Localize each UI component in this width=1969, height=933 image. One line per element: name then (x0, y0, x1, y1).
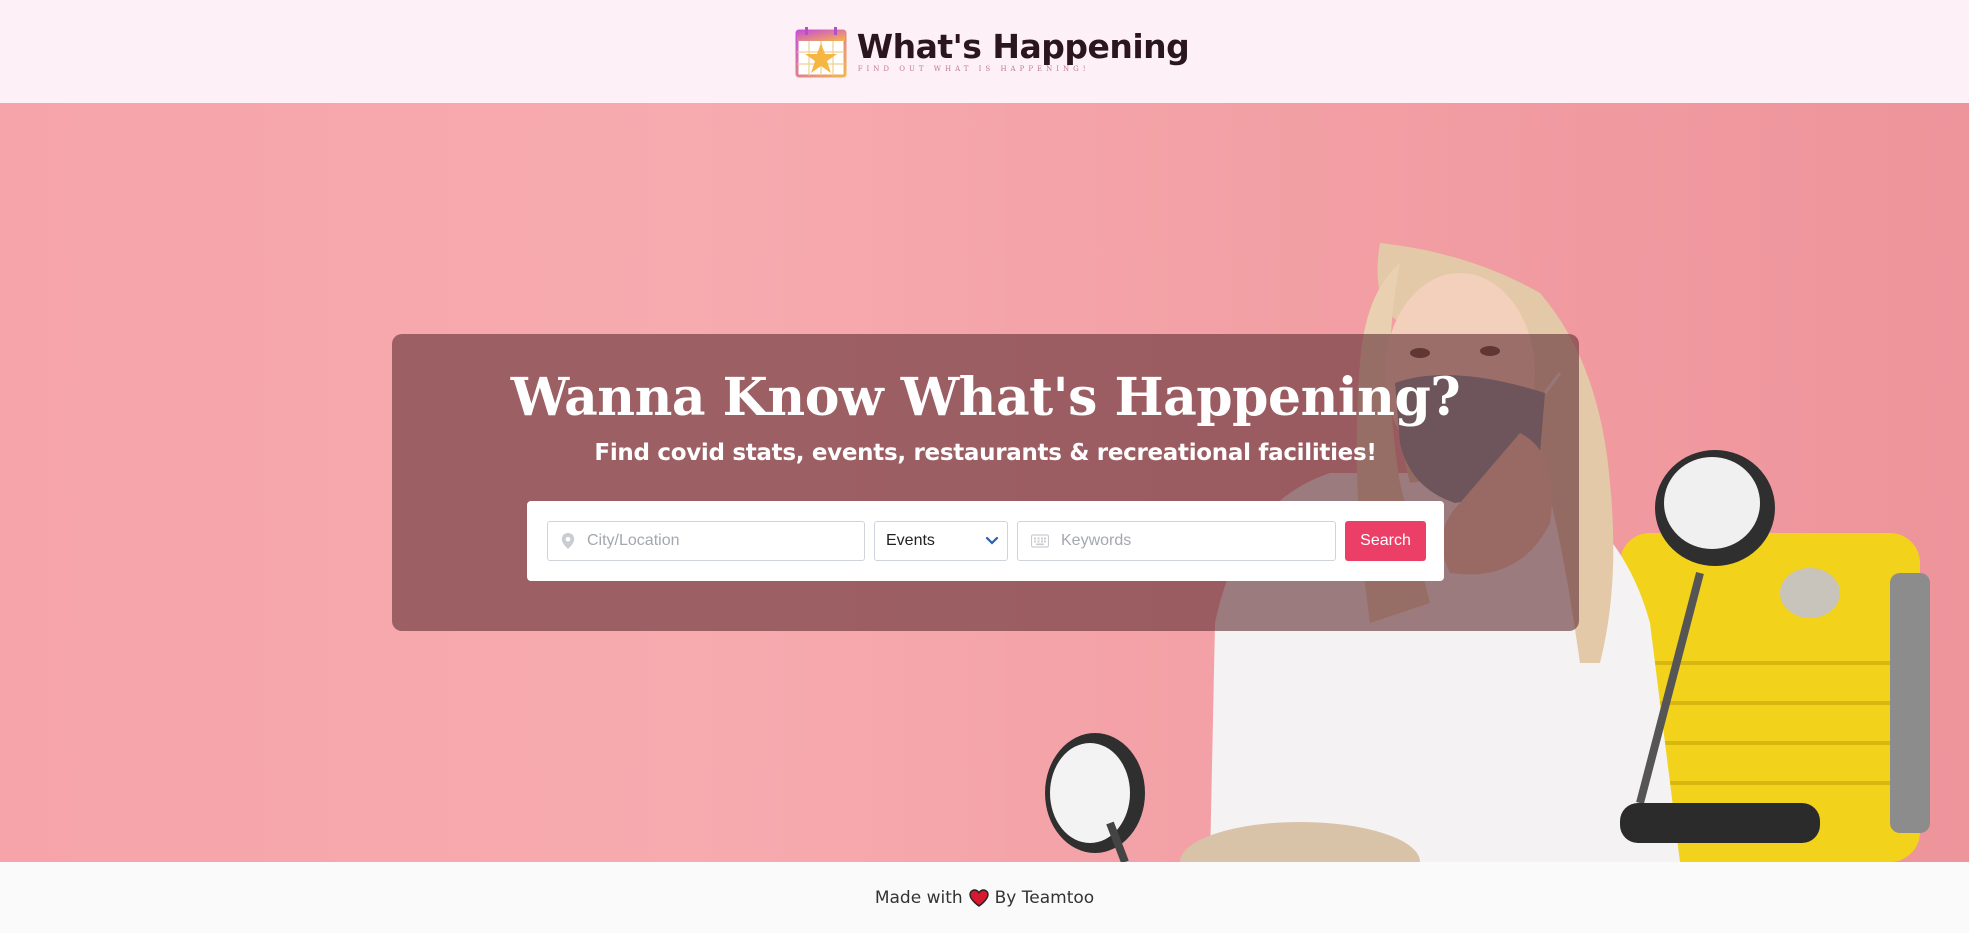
hero-subtitle: Find covid stats, events, restaurants & … (594, 440, 1377, 466)
category-selected-value: Events (886, 532, 935, 549)
keywords-field[interactable] (1017, 521, 1336, 561)
hero-section: Wanna Know What's Happening? Find covid … (0, 103, 1969, 862)
calendar-star-icon (795, 26, 847, 77)
category-select[interactable]: Events (874, 521, 1008, 561)
chevron-down-icon (985, 536, 999, 545)
site-footer: Made with By Teamtoo (0, 862, 1969, 933)
logo[interactable]: What's Happening FIND OUT WHAT IS HAPPEN… (795, 26, 1190, 78)
hero-overlay-panel: Wanna Know What's Happening? Find covid … (392, 334, 1579, 631)
footer-suffix: By Teamtoo (994, 887, 1095, 908)
location-input[interactable] (587, 532, 847, 550)
hero-title: Wanna Know What's Happening? (510, 367, 1461, 428)
search-form: Events Search (527, 501, 1444, 581)
search-button[interactable]: Search (1345, 521, 1426, 561)
keyboard-icon (1031, 534, 1049, 548)
keywords-input[interactable] (1061, 532, 1321, 550)
location-field[interactable] (547, 521, 865, 561)
map-pin-icon (561, 533, 575, 549)
heart-icon (968, 888, 989, 907)
footer-prefix: Made with (874, 887, 963, 908)
logo-title: What's Happening (856, 27, 1190, 66)
logo-tagline: FIND OUT WHAT IS HAPPENING! (857, 65, 1090, 73)
site-header: What's Happening FIND OUT WHAT IS HAPPEN… (0, 0, 1969, 103)
